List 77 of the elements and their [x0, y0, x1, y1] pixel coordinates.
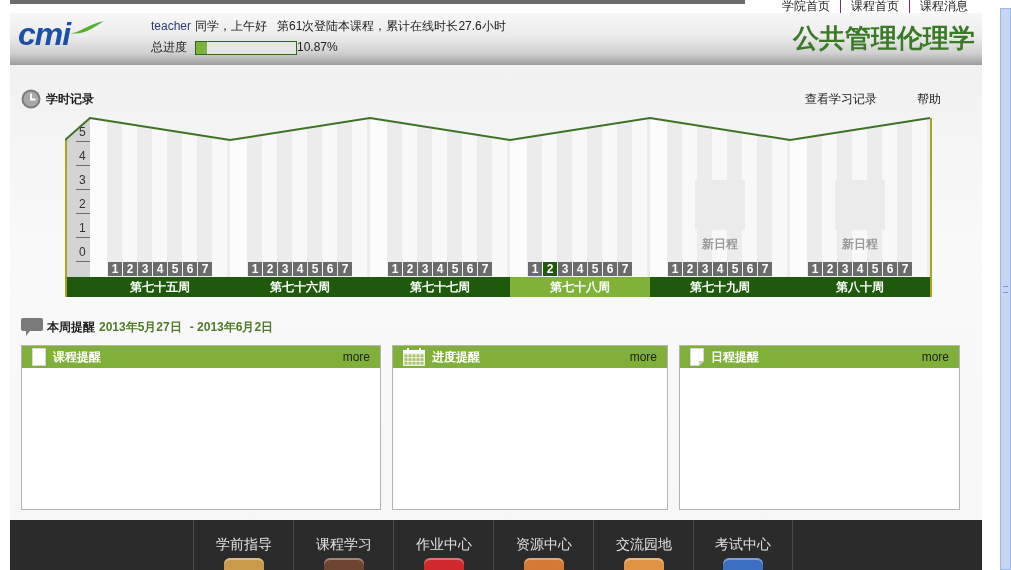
- logo-text: cmi: [18, 19, 71, 49]
- day-button[interactable]: 6: [463, 262, 477, 276]
- nav-item[interactable]: 交流园地: [593, 520, 693, 570]
- header-link[interactable]: 查看学习记录: [805, 90, 877, 108]
- day-button[interactable]: 3: [138, 262, 152, 276]
- panel-title: 日程提醒: [711, 348, 759, 366]
- day-button[interactable]: 4: [433, 262, 447, 276]
- more-link[interactable]: more: [629, 350, 657, 364]
- grip-icon: [1003, 285, 1008, 293]
- day-button[interactable]: 7: [618, 262, 632, 276]
- greeting-text: 同学，上午好: [195, 19, 268, 34]
- day-button[interactable]: 7: [898, 262, 912, 276]
- day-button[interactable]: 5: [868, 262, 882, 276]
- header-link[interactable]: 帮助: [917, 90, 941, 108]
- speech-bubble-icon: [21, 318, 43, 336]
- day-button[interactable]: 2: [683, 262, 697, 276]
- day-button[interactable]: 3: [558, 262, 572, 276]
- section-title: 本周提醒: [47, 318, 95, 336]
- day-button[interactable]: 5: [308, 262, 322, 276]
- user-name: teacher: [151, 19, 192, 34]
- day-button[interactable]: 4: [293, 262, 307, 276]
- login-info-text: 第61次登陆本课程，累计在线时长27.6小时: [277, 19, 506, 34]
- day-button[interactable]: 2: [823, 262, 837, 276]
- nav-item[interactable]: 课程学习: [293, 520, 393, 570]
- day-button[interactable]: 3: [698, 262, 712, 276]
- nav-item[interactable]: 作业中心: [393, 520, 493, 570]
- clock-icon: [21, 89, 41, 109]
- top-link[interactable]: 课程消息: [909, 0, 978, 13]
- day-button[interactable]: 6: [323, 262, 337, 276]
- day-button[interactable]: 2: [403, 262, 417, 276]
- more-link[interactable]: more: [921, 350, 949, 364]
- day-button[interactable]: 3: [278, 262, 292, 276]
- day-button[interactable]: 1: [528, 262, 542, 276]
- top-link[interactable]: 学院首页: [772, 0, 840, 13]
- day-button[interactable]: 2: [543, 262, 557, 276]
- day-button[interactable]: 7: [198, 262, 212, 276]
- progress-reading: 10.87%: [297, 40, 338, 55]
- course-title: 公共管理伦理学: [793, 23, 975, 53]
- progress-label: 总进度: [151, 40, 187, 55]
- day-button[interactable]: 3: [838, 262, 852, 276]
- day-button[interactable]: 4: [853, 262, 867, 276]
- document-icon: [32, 348, 46, 366]
- day-button[interactable]: 5: [728, 262, 742, 276]
- day-button[interactable]: 6: [603, 262, 617, 276]
- note-icon: [690, 348, 704, 366]
- day-button[interactable]: 2: [263, 262, 277, 276]
- day-button[interactable]: 7: [338, 262, 352, 276]
- scrollbar-thumb[interactable]: [1000, 8, 1011, 570]
- day-button[interactable]: 5: [168, 262, 182, 276]
- nav-item[interactable]: 学前指导: [193, 520, 293, 570]
- calendar-icon: [403, 348, 425, 366]
- day-button[interactable]: 6: [183, 262, 197, 276]
- day-button[interactable]: 4: [573, 262, 587, 276]
- day-button[interactable]: 4: [153, 262, 167, 276]
- day-button[interactable]: 4: [713, 262, 727, 276]
- panel-title: 课程提醒: [53, 348, 101, 366]
- day-button[interactable]: 3: [418, 262, 432, 276]
- date-start: 2013年5月27日: [99, 318, 182, 336]
- day-button[interactable]: 1: [108, 262, 122, 276]
- day-button[interactable]: 1: [248, 262, 262, 276]
- day-button[interactable]: 1: [668, 262, 682, 276]
- day-button[interactable]: 6: [883, 262, 897, 276]
- day-button[interactable]: 7: [478, 262, 492, 276]
- day-button[interactable]: 5: [588, 262, 602, 276]
- nav-item[interactable]: 考试中心: [693, 520, 793, 570]
- nav-item[interactable]: 资源中心: [493, 520, 593, 570]
- day-button[interactable]: 7: [758, 262, 772, 276]
- top-link[interactable]: 课程首页: [840, 0, 909, 13]
- more-link[interactable]: more: [342, 350, 370, 364]
- day-button[interactable]: 1: [808, 262, 822, 276]
- day-button[interactable]: 1: [388, 262, 402, 276]
- day-button[interactable]: 6: [743, 262, 757, 276]
- panel-title: 进度提醒: [432, 348, 480, 366]
- day-button[interactable]: 2: [123, 262, 137, 276]
- section-title: 学时记录: [46, 90, 94, 108]
- date-end: - 2013年6月2日: [189, 318, 274, 336]
- day-button[interactable]: 5: [448, 262, 462, 276]
